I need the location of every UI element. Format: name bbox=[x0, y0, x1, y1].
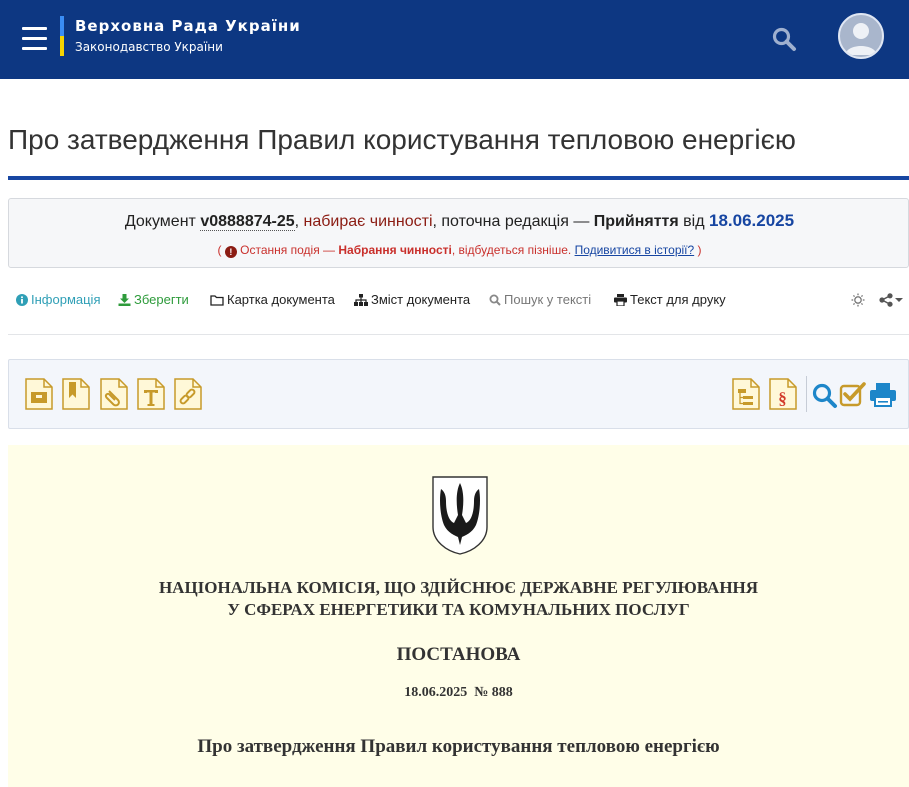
last-event-note: ( ! Остання подія — Набрання чинності, в… bbox=[9, 243, 909, 258]
status-date: 18.06.2025 bbox=[709, 211, 795, 230]
tab-information[interactable]: Інформація bbox=[16, 290, 101, 310]
doc-prefix: Документ bbox=[124, 213, 196, 230]
coat-of-arms-icon bbox=[430, 475, 490, 555]
status-state: набирає чинності bbox=[303, 213, 433, 230]
share-icon[interactable] bbox=[879, 291, 908, 311]
doc-section-icon[interactable]: § bbox=[769, 378, 797, 410]
note-event: Набрання чинності bbox=[338, 243, 452, 257]
document-body: НАЦІОНАЛЬНА КОМІСІЯ, ЩО ЗДІЙСНЮЄ ДЕРЖАВН… bbox=[8, 445, 909, 787]
title-divider bbox=[8, 176, 909, 180]
flag-stripe bbox=[60, 16, 64, 56]
user-avatar-icon[interactable] bbox=[838, 13, 884, 59]
info-icon: ! bbox=[224, 246, 237, 258]
tab-print-text[interactable]: Текст для друку bbox=[614, 290, 726, 310]
note-paren-open: ( bbox=[217, 243, 225, 257]
document-status-line: Документ v0888874-25, набирає чинності, … bbox=[9, 211, 909, 231]
brand-subtitle[interactable]: Законодавство України bbox=[75, 40, 223, 54]
status-edition: Прийняття bbox=[593, 213, 679, 230]
doc-bookmark-icon[interactable] bbox=[62, 378, 90, 410]
brand-title[interactable]: Верховна Рада України bbox=[75, 17, 301, 35]
tab-information-label: Інформація bbox=[31, 292, 101, 307]
printer-icon bbox=[614, 294, 627, 307]
tabs-divider bbox=[8, 334, 909, 335]
sitemap-icon bbox=[354, 294, 368, 306]
doc-text-icon[interactable] bbox=[137, 378, 165, 410]
tab-document-card-label: Картка документа bbox=[227, 292, 335, 307]
status-from: від bbox=[678, 213, 709, 230]
tab-search-in-text[interactable]: Пошук у тексті bbox=[489, 290, 591, 310]
toolbar-search-icon[interactable] bbox=[811, 378, 839, 410]
toolbar-check-icon[interactable] bbox=[839, 378, 867, 410]
folder-icon bbox=[210, 295, 224, 306]
issuer-line-1: НАЦІОНАЛЬНА КОМІСІЯ, ЩО ЗДІЙСНЮЄ ДЕРЖАВН… bbox=[158, 578, 759, 597]
download-icon bbox=[118, 294, 131, 306]
document-date-number: 18.06.2025 № 888 bbox=[404, 685, 513, 700]
tab-table-of-contents[interactable]: Зміст документа bbox=[354, 290, 470, 310]
brightness-icon[interactable] bbox=[851, 291, 868, 311]
tab-save[interactable]: Зберегти bbox=[118, 290, 189, 310]
tab-print-text-label: Текст для друку bbox=[630, 292, 726, 307]
toolbar-separator bbox=[806, 376, 807, 412]
doc-archive-icon[interactable] bbox=[25, 378, 53, 410]
magnifier-icon bbox=[489, 294, 501, 306]
doc-structure-icon[interactable] bbox=[732, 378, 760, 410]
tab-save-label: Зберегти bbox=[134, 292, 189, 307]
document-status-box: Документ v0888874-25, набирає чинності, … bbox=[8, 198, 909, 268]
top-header: Верховна Рада України Законодавство Укра… bbox=[0, 0, 909, 79]
note-paren-close: ) bbox=[694, 243, 702, 257]
note-text: Остання подія — bbox=[236, 243, 339, 257]
menu-icon[interactable] bbox=[22, 26, 47, 52]
note-rest: , відбудеться пізніше. bbox=[451, 243, 575, 257]
tab-document-card[interactable]: Картка документа bbox=[210, 290, 335, 310]
doc-attachment-icon[interactable] bbox=[100, 378, 128, 410]
history-link[interactable]: Подивитися в історії? bbox=[575, 243, 695, 257]
page-title: Про затвердження Правил користування теп… bbox=[8, 124, 796, 155]
status-sep: , bbox=[294, 213, 304, 230]
doc-number[interactable]: v0888874-25 bbox=[200, 213, 295, 231]
tab-search-in-text-label: Пошук у тексті bbox=[504, 292, 592, 307]
issuer-line-2: У СФЕРАХ ЕНЕРГЕТИКИ ТА КОМУНАЛЬНИХ ПОСЛУ… bbox=[227, 600, 690, 619]
status-mid: , поточна редакція — bbox=[432, 213, 594, 230]
svg-text:§: § bbox=[778, 389, 787, 408]
document-title: Про затвердження Правил користування теп… bbox=[197, 736, 720, 757]
doc-link-icon[interactable] bbox=[174, 378, 202, 410]
document-toolbar: § bbox=[8, 359, 909, 429]
document-tabs: Інформація Зберегти Картка документа Змі… bbox=[0, 290, 909, 310]
info-circle-icon bbox=[16, 294, 28, 306]
tab-table-of-contents-label: Зміст документа bbox=[371, 292, 471, 307]
search-icon[interactable] bbox=[771, 26, 797, 52]
document-type: ПОСТАНОВА bbox=[396, 644, 521, 665]
toolbar-print-icon[interactable] bbox=[869, 378, 897, 410]
